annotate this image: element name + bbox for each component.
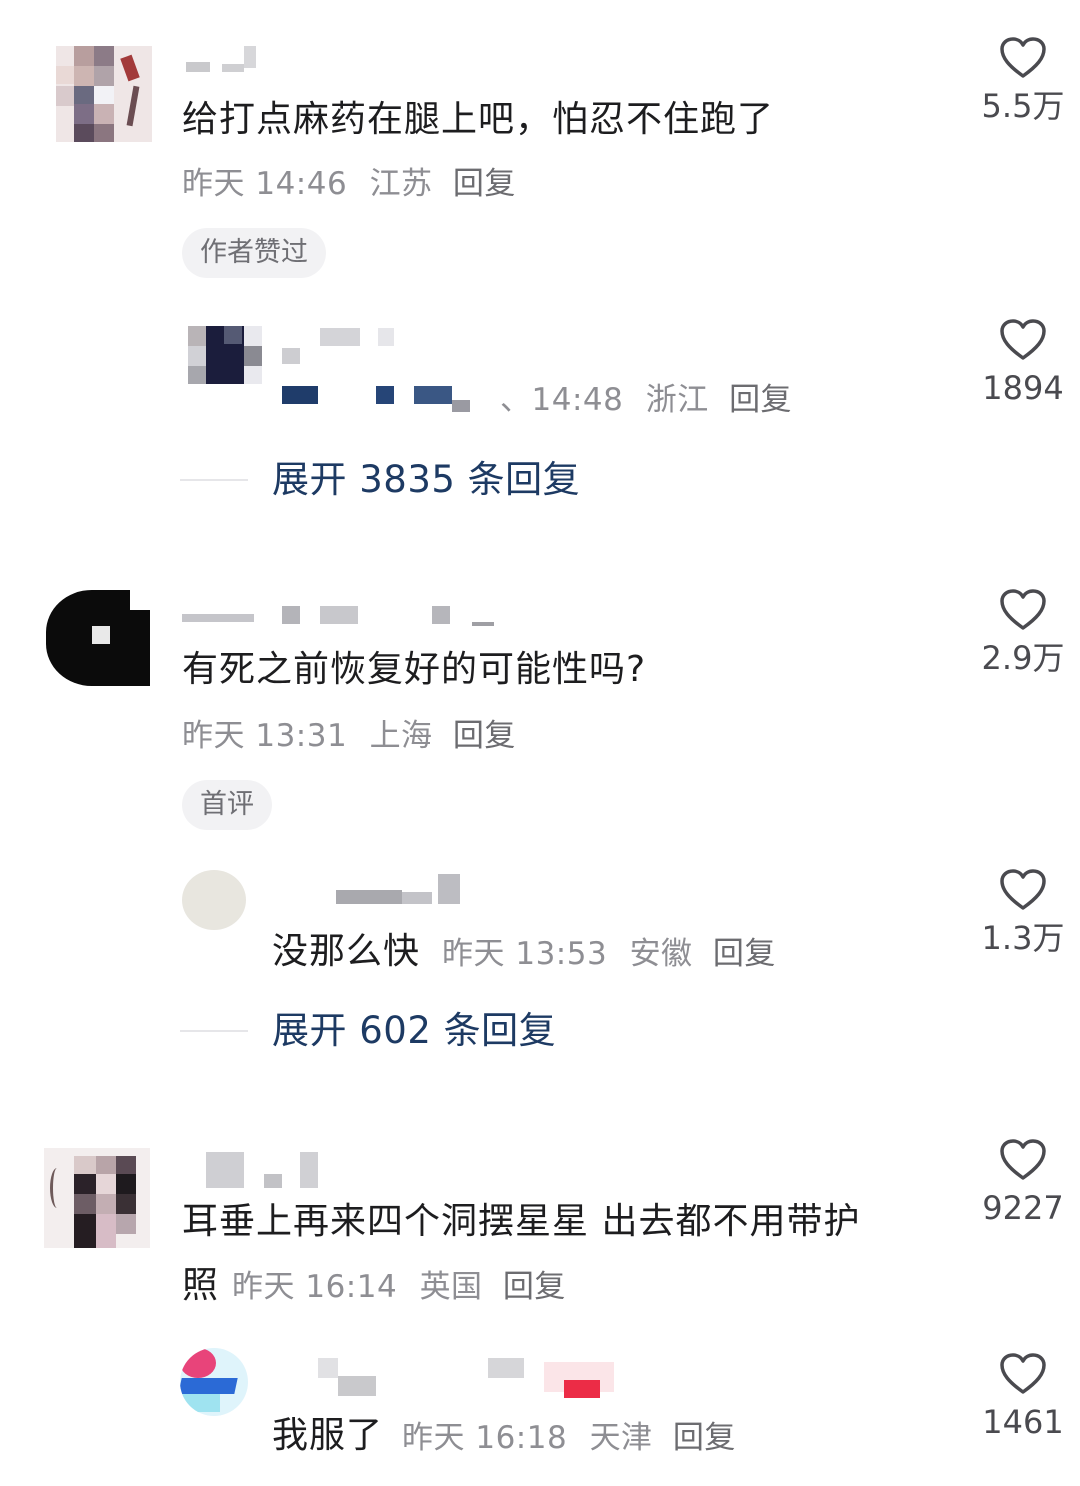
reply-button[interactable]: 回复 xyxy=(673,1420,736,1456)
reply-username[interactable] xyxy=(322,874,472,904)
username[interactable] xyxy=(186,46,266,72)
heart-outline-icon xyxy=(1000,319,1046,360)
divider xyxy=(180,479,248,481)
heart-outline-icon xyxy=(1000,1353,1046,1394)
reply-username[interactable] xyxy=(318,1358,628,1398)
comment-time: 昨天 13:31 xyxy=(182,718,348,754)
reply-button[interactable]: 回复 xyxy=(729,382,792,418)
comment-meta: 昨天 16:14 英国 回复 xyxy=(232,1267,566,1307)
reply-avatar[interactable] xyxy=(180,1348,248,1416)
reply-button[interactable]: 回复 xyxy=(453,718,516,754)
expand-replies-button[interactable]: 展开 602 条回复 xyxy=(272,1009,556,1053)
reply-text: 我服了 xyxy=(272,1415,384,1456)
username[interactable] xyxy=(206,1152,326,1188)
comment-location: 江苏 xyxy=(369,166,433,202)
reply-avatar[interactable] xyxy=(182,870,246,930)
like-button[interactable]: 5.5万 xyxy=(968,36,1078,126)
reply-time: 昨天 13:53 xyxy=(442,936,608,972)
reply-like-button[interactable]: 1461 xyxy=(968,1352,1078,1442)
heart-outline-icon xyxy=(1000,869,1046,910)
comment-text: 有死之前恢复好的可能性吗? xyxy=(182,649,647,690)
comment-location: 英国 xyxy=(419,1269,483,1305)
comment-meta: 昨天 14:46 江苏 回复 xyxy=(182,164,516,204)
reply-text: 没那么快 xyxy=(272,931,421,972)
author-liked-badge: 作者赞过 xyxy=(182,228,326,278)
reply-button[interactable]: 回复 xyxy=(713,936,776,972)
expand-replies-button[interactable]: 展开 3835 条回复 xyxy=(272,458,580,502)
reply-button[interactable]: 回复 xyxy=(453,166,516,202)
like-button[interactable]: 9227 xyxy=(968,1138,1078,1228)
comment-text: 给打点麻药在腿上吧，怕忍不住跑了 xyxy=(182,99,775,140)
reply-button[interactable]: 回复 xyxy=(503,1269,566,1305)
comment-text-continued: 照 xyxy=(182,1265,220,1306)
reply-location: 浙江 xyxy=(645,382,709,418)
username[interactable] xyxy=(182,606,502,626)
reply-time: 昨天 16:18 xyxy=(402,1420,568,1456)
reply-like-button[interactable]: 1.3万 xyxy=(968,868,1078,958)
heart-outline-icon xyxy=(1000,37,1046,78)
divider xyxy=(180,1030,248,1032)
avatar[interactable] xyxy=(46,590,150,686)
comment-location: 上海 xyxy=(369,718,433,754)
reply-location: 天津 xyxy=(589,1420,653,1456)
avatar[interactable] xyxy=(44,1148,150,1248)
reply-avatar[interactable] xyxy=(188,326,262,384)
reply-like-button[interactable]: 1894 xyxy=(968,318,1078,408)
comment-time: 昨天 16:14 xyxy=(232,1269,398,1305)
heart-outline-icon xyxy=(1000,1139,1046,1180)
like-count: 1461 xyxy=(982,1403,1064,1441)
like-count: 9227 xyxy=(982,1189,1064,1227)
reply-meta: 、14:48 浙江 回复 xyxy=(500,380,792,420)
heart-outline-icon xyxy=(1000,589,1046,630)
reply-location: 安徽 xyxy=(629,936,693,972)
reply-meta: 昨天 16:18 天津 回复 xyxy=(402,1418,736,1458)
reply-meta: 昨天 13:53 安徽 回复 xyxy=(442,934,776,974)
comment-text: 耳垂上再来四个洞摆星星 出去都不用带护 xyxy=(182,1201,861,1242)
reply-text-blurred xyxy=(282,384,522,412)
first-comment-badge: 首评 xyxy=(182,780,272,830)
like-count: 5.5万 xyxy=(981,87,1065,125)
comment-meta: 昨天 13:31 上海 回复 xyxy=(182,716,516,756)
like-count: 2.9万 xyxy=(981,639,1065,677)
like-count: 1894 xyxy=(982,369,1064,407)
reply-time: 、14:48 xyxy=(500,382,624,418)
reply-username[interactable] xyxy=(282,328,402,364)
like-button[interactable]: 2.9万 xyxy=(968,588,1078,678)
like-count: 1.3万 xyxy=(981,919,1065,957)
avatar[interactable] xyxy=(56,46,152,142)
comment-time: 昨天 14:46 xyxy=(182,166,348,202)
